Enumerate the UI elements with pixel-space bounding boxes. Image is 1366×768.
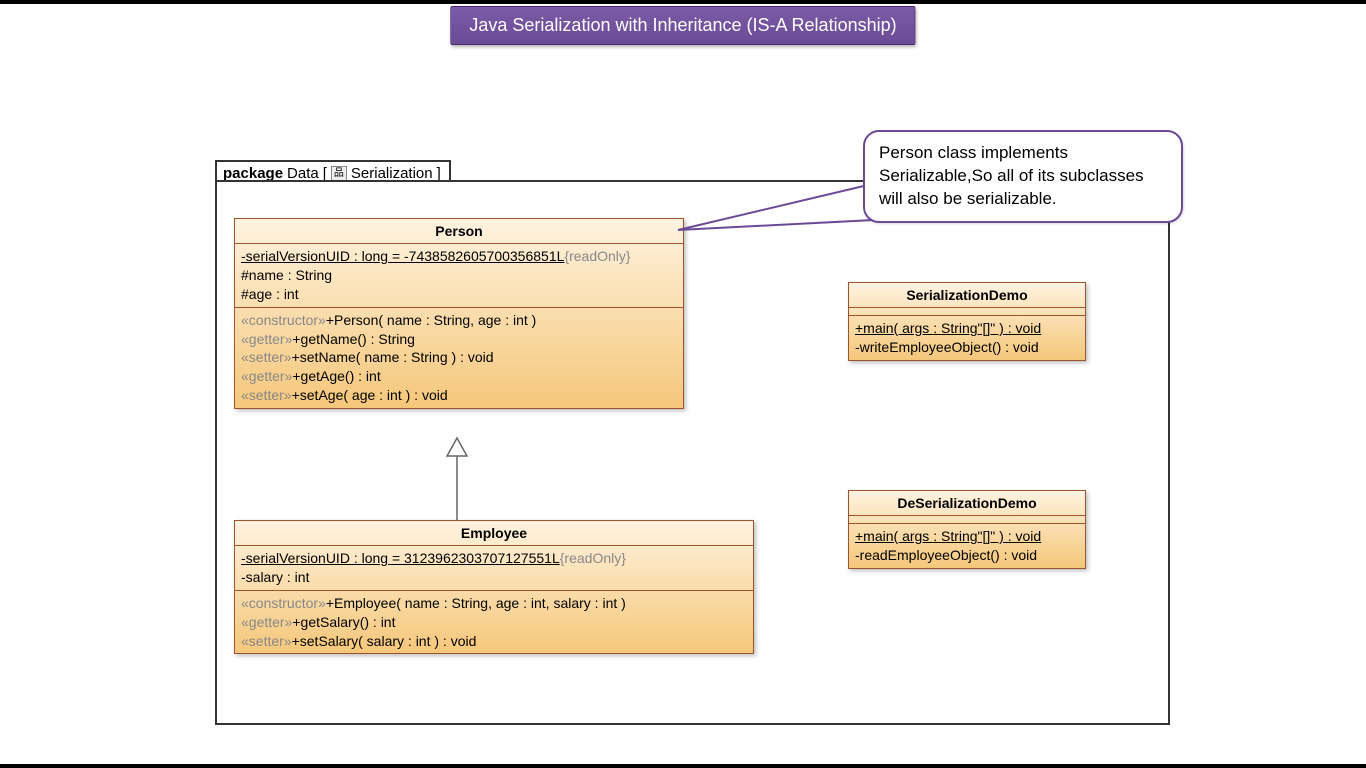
callout-tail [678,185,888,265]
employee-op-getsalary: +getSalary() : int [292,614,395,630]
person-attr1-constraint: {readOnly} [564,248,630,264]
class-serializationdemo-operations: +main( args : String"[]" ) : void -write… [849,316,1085,360]
class-deserializationdemo-attributes [849,516,1085,524]
employee-op-setsalary: +setSalary( salary : int ) : void [292,633,477,649]
class-person-operations: «constructor»+Person( name : String, age… [235,308,683,408]
bottom-black-bar [0,764,1366,768]
person-op5-stereo: «setter» [241,387,292,403]
top-black-bar [0,0,1366,4]
class-deserializationdemo-name: DeSerializationDemo [849,491,1085,516]
serdemo-op-write: -writeEmployeeObject() : void [855,338,1079,357]
person-op-getname: +getName() : String [292,331,415,347]
class-serializationdemo-name: SerializationDemo [849,283,1085,308]
class-employee-name: Employee [235,521,753,546]
class-employee-attributes: -serialVersionUID : long = 3123962303707… [235,546,753,591]
person-op-setage: +setAge( age : int ) : void [292,387,448,403]
callout-text: Person class implements Serializable,So … [879,143,1144,208]
person-op-constructor: +Person( name : String, age : int ) [326,312,537,328]
person-attr-serialversionuid: -serialVersionUID : long = -743858260570… [241,248,564,264]
person-op-setname: +setName( name : String ) : void [292,349,494,365]
person-op4-stereo: «getter» [241,368,292,384]
employee-attr1-constraint: {readOnly} [560,550,626,566]
employee-op1-stereo: «constructor» [241,595,326,611]
deserdemo-op-read: -readEmployeeObject() : void [855,546,1079,565]
serdemo-op-main: +main( args : String"[]" ) : void [855,319,1079,338]
class-deserializationdemo: DeSerializationDemo +main( args : String… [848,490,1086,569]
employee-op-constructor: +Employee( name : String, age : int, sal… [326,595,626,611]
person-op1-stereo: «constructor» [241,312,326,328]
person-attr-age: #age : int [241,285,677,304]
person-op-getage: +getAge() : int [292,368,380,384]
class-employee: Employee -serialVersionUID : long = 3123… [234,520,754,654]
title-banner: Java Serialization with Inheritance (IS-… [450,6,915,45]
class-person-attributes: -serialVersionUID : long = -743858260570… [235,244,683,308]
class-serializationdemo: SerializationDemo +main( args : String"[… [848,282,1086,361]
person-attr-name: #name : String [241,266,677,285]
class-deserializationdemo-operations: +main( args : String"[]" ) : void -readE… [849,524,1085,568]
employee-attr-serialversionuid: -serialVersionUID : long = 3123962303707… [241,550,560,566]
class-person: Person -serialVersionUID : long = -74385… [234,218,684,409]
employee-op3-stereo: «setter» [241,633,292,649]
class-employee-operations: «constructor»+Employee( name : String, a… [235,591,753,654]
inheritance-arrow [445,438,485,523]
deserdemo-op-main: +main( args : String"[]" ) : void [855,527,1079,546]
class-person-name: Person [235,219,683,244]
person-op3-stereo: «setter» [241,349,292,365]
employee-op2-stereo: «getter» [241,614,292,630]
class-serializationdemo-attributes [849,308,1085,316]
callout-bubble: Person class implements Serializable,So … [863,130,1183,223]
person-op2-stereo: «getter» [241,331,292,347]
employee-attr-salary: -salary : int [241,568,747,587]
